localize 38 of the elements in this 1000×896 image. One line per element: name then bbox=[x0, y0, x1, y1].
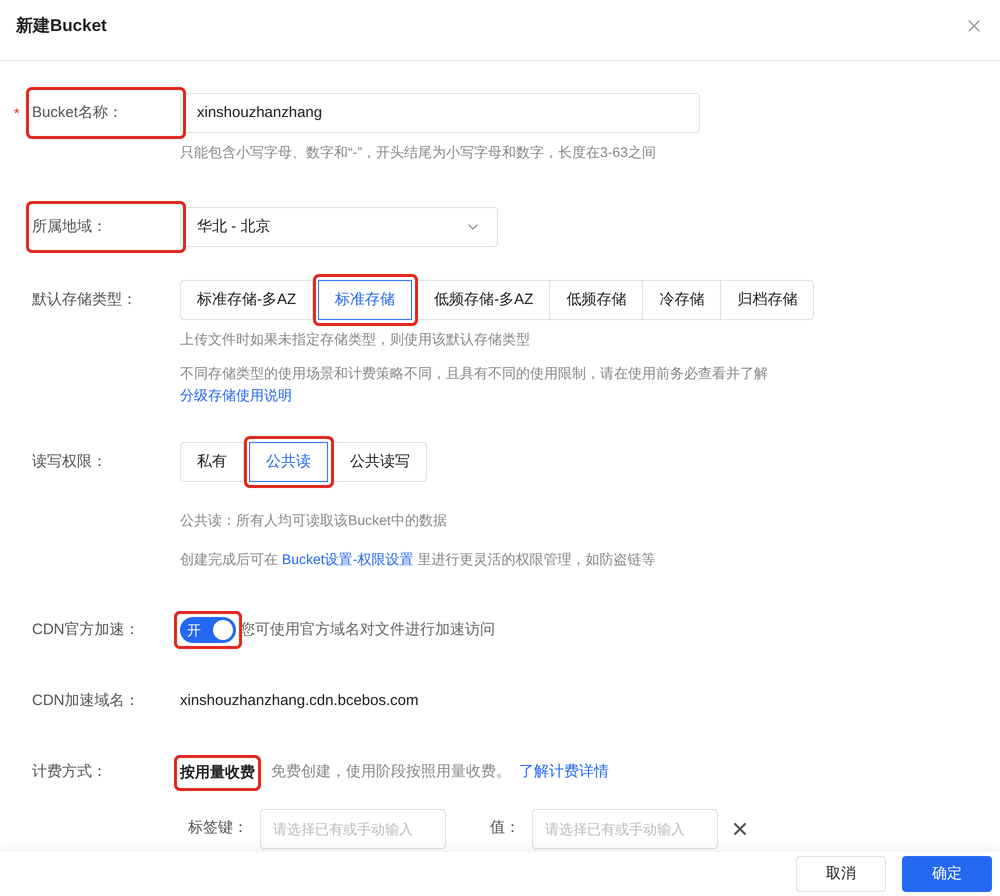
toggle-switch[interactable]: 开 bbox=[180, 617, 236, 643]
tag-value-label: 值： bbox=[490, 818, 520, 838]
tag-key-field[interactable]: 请选择已有或手动输入 bbox=[260, 808, 446, 848]
cancel-button[interactable]: 取消 bbox=[796, 856, 886, 892]
confirm-button[interactable]: 确定 bbox=[902, 856, 992, 892]
tag-value-field[interactable]: 请选择已有或手动输入 bbox=[532, 808, 718, 848]
hint-text: 公共读：所有人均可读取该Bucket中的数据 bbox=[180, 511, 448, 530]
hint-text: 创建完成后可在 Bucket设置-权限设置 里进行更灵活的权限管理，如防盗链等 bbox=[180, 550, 656, 569]
segment-option[interactable]: 公共读 bbox=[249, 442, 328, 482]
permission-settings-link[interactable]: Bucket设置-权限设置 bbox=[282, 551, 414, 567]
field-label: CDN加速域名： bbox=[32, 691, 140, 711]
region-select[interactable]: 华北 - 北京 bbox=[180, 207, 498, 247]
storage-guide-link[interactable]: 分级存储使用说明 bbox=[180, 387, 292, 403]
bucket-name-field[interactable]: xinshouzhanzhang bbox=[180, 93, 700, 133]
billing-description: 免费创建，使用阶段按照用量收费。 bbox=[271, 762, 511, 782]
segment-option[interactable]: 标准存储 bbox=[318, 280, 412, 320]
segment-option[interactable]: 冷存储 bbox=[642, 280, 722, 320]
field-label: 计费方式： bbox=[32, 762, 107, 782]
cdn-domain: xinshouzhanzhang.cdn.bcebos.com bbox=[180, 691, 418, 711]
required-mark: * bbox=[14, 104, 20, 123]
tag-key-label: 标签键： bbox=[188, 818, 248, 838]
field-label: 读写权限： bbox=[32, 452, 107, 472]
field-label: 所属地域： bbox=[32, 216, 107, 237]
hint-text: 只能包含小写字母、数字和“-”，开头结尾为小写字母和数字，长度在3-63之间 bbox=[180, 144, 656, 160]
billing-method: 按用量收费 bbox=[180, 764, 255, 780]
field-label: 默认存储类型： bbox=[32, 290, 137, 310]
segment-option[interactable]: 标准存储-多AZ bbox=[180, 280, 314, 320]
dialog-title: 新建Bucket bbox=[16, 15, 107, 38]
segment-option[interactable]: 低频存储 bbox=[549, 280, 644, 320]
field-label: CDN官方加速： bbox=[32, 620, 140, 640]
billing-details-link[interactable]: 了解计费详情 bbox=[519, 761, 609, 784]
hint-text: 不同存储类型的使用场景和计费策略不同，且具有不同的使用限制，请在使用前务必查看并了解 分级存储使用说明 bbox=[180, 364, 769, 405]
hint-text: 上传文件时如果未指定存储类型，则使用该默认存储类型 bbox=[180, 330, 531, 349]
segment-option[interactable]: 私有 bbox=[180, 442, 244, 482]
segment-option[interactable]: 公共读写 bbox=[333, 442, 427, 482]
segment-option[interactable]: 低频存储-多AZ bbox=[417, 280, 550, 320]
segment-option[interactable]: 归档存储 bbox=[720, 280, 814, 320]
field-label: Bucket名称： bbox=[32, 102, 123, 123]
